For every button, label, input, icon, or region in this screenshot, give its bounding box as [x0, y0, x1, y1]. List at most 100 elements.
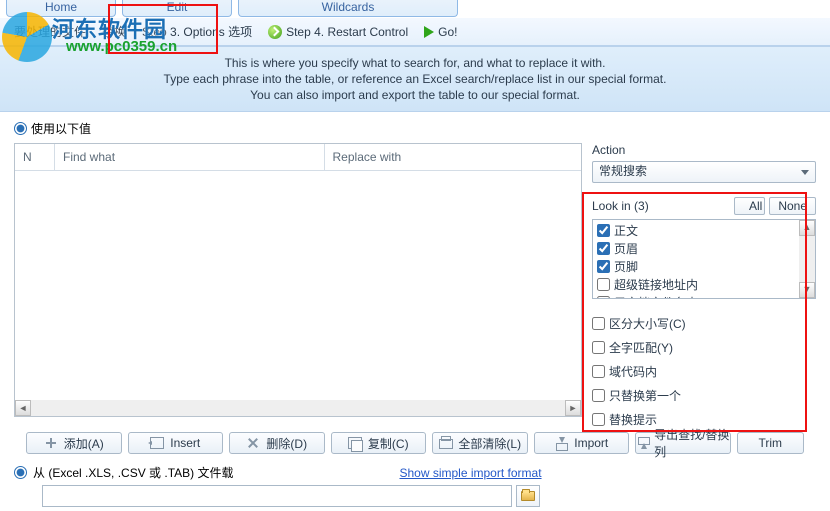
lookin-all-button[interactable]: All [734, 197, 765, 215]
show-import-format-link[interactable]: Show simple import format [399, 466, 541, 480]
play-icon [424, 26, 434, 38]
lookin-listbox: 正文页眉页脚超级链接地址内子文档文件名内图形/文本框内 ▲ ▼ [592, 219, 816, 299]
scroll-left-icon[interactable]: ◄ [15, 400, 31, 416]
clear-label: 全部清除(L) [458, 435, 521, 452]
col-find-what[interactable]: Find what [55, 144, 325, 170]
import-path-input[interactable] [42, 485, 512, 507]
step3-options-button[interactable]: Step 3. Options 选项 [136, 21, 258, 42]
match-options: 区分大小写(C) 全字匹配(Y) 域代码内 只替换第一个 替换提示 [592, 315, 816, 428]
banner-line-3: You can also import and export the table… [10, 87, 820, 103]
opt-prompt-checkbox[interactable] [592, 413, 605, 426]
opt-first-label: 只替换第一个 [609, 387, 681, 404]
import-from-file-label: 从 (Excel .XLS, .CSV 或 .TAB) 文件载 [33, 464, 233, 481]
export-icon [636, 437, 648, 449]
replace-button[interactable]: 替换 [96, 21, 132, 42]
import-from-row: 从 (Excel .XLS, .CSV 或 .TAB) 文件载 Show sim… [0, 458, 830, 481]
import-icon [554, 437, 568, 449]
opt-case-row[interactable]: 区分大小写(C) [592, 315, 816, 332]
lookin-item-label: 页脚 [614, 258, 638, 275]
import-button[interactable]: Import [534, 432, 630, 454]
import-path-row [0, 481, 830, 507]
files-to-process-button[interactable]: 要处理的文件 [8, 21, 92, 42]
export-button[interactable]: 导出查找/替换列 [635, 432, 731, 454]
add-button[interactable]: 添加(A) [26, 432, 122, 454]
opt-field-row[interactable]: 域代码内 [592, 363, 816, 380]
lookin-item-checkbox[interactable] [597, 242, 610, 255]
delete-label: 删除(D) [266, 435, 307, 452]
tab-wildcards[interactable]: Wildcards [238, 0, 458, 17]
banner-line-1: This is where you specify what to search… [10, 55, 820, 71]
opt-first-row[interactable]: 只替换第一个 [592, 387, 816, 404]
step3-label: Step 3. Options 选项 [142, 23, 252, 40]
insert-label: Insert [170, 436, 200, 450]
grid-h-scrollbar[interactable]: ◄ ► [15, 400, 581, 416]
export-label: 导出查找/替换列 [654, 426, 729, 460]
lookin-item-checkbox[interactable] [597, 278, 610, 291]
tab-edit[interactable]: Edit [122, 0, 232, 17]
scroll-down-icon[interactable]: ▼ [799, 282, 815, 298]
top-tab-row: Home Edit Wildcards [0, 0, 830, 18]
opt-whole-checkbox[interactable] [592, 341, 605, 354]
lookin-item[interactable]: 正文 [597, 222, 795, 239]
add-label: 添加(A) [64, 435, 104, 452]
insert-icon [150, 437, 164, 449]
lookin-item-checkbox[interactable] [597, 260, 610, 273]
lookin-item[interactable]: 页脚 [597, 258, 795, 275]
trim-button[interactable]: Trim [737, 432, 804, 454]
scroll-v-track[interactable] [799, 236, 815, 282]
scroll-track[interactable] [31, 401, 565, 415]
grid-button-row: 添加(A) Insert 删除(D) 复制(C) 全部清除(L) Import … [0, 428, 830, 458]
step-toolbar: 要处理的文件 替换 Step 3. Options 选项 Step 4. Res… [0, 18, 830, 46]
lookin-item-checkbox[interactable] [597, 224, 610, 237]
opt-field-label: 域代码内 [609, 363, 657, 380]
lookin-item[interactable]: 超级链接地址内 [597, 276, 795, 293]
options-panel: Action 常规搜索 Look in (3) All None 正文页眉页脚超… [592, 143, 816, 428]
lookin-none-button[interactable]: None [769, 197, 816, 215]
copy-button[interactable]: 复制(C) [331, 432, 427, 454]
grid-body[interactable] [15, 171, 581, 400]
use-values-radio-row: 使用以下值 [0, 112, 830, 143]
action-select[interactable]: 常规搜索 [592, 161, 816, 183]
lookin-item-label: 页眉 [614, 240, 638, 257]
opt-first-checkbox[interactable] [592, 389, 605, 402]
lookin-v-scrollbar[interactable]: ▲ ▼ [799, 220, 815, 298]
go-button[interactable]: Go! [418, 23, 463, 41]
lookin-list[interactable]: 正文页眉页脚超级链接地址内子文档文件名内图形/文本框内 [593, 220, 799, 298]
lookin-item[interactable]: 子文档文件名内 [597, 294, 795, 298]
copy-label: 复制(C) [368, 435, 409, 452]
go-label: Go! [438, 25, 457, 39]
tab-home[interactable]: Home [6, 0, 116, 17]
opt-prompt-label: 替换提示 [609, 411, 657, 428]
col-replace-with[interactable]: Replace with [325, 144, 581, 170]
browse-button[interactable] [516, 485, 540, 507]
lookin-item-checkbox[interactable] [597, 296, 610, 298]
lookin-item-label: 子文档文件名内 [614, 294, 698, 298]
use-values-radio[interactable] [14, 122, 27, 135]
opt-case-checkbox[interactable] [592, 317, 605, 330]
opt-whole-row[interactable]: 全字匹配(Y) [592, 339, 816, 356]
add-icon [44, 437, 58, 449]
step4-restart-button[interactable]: Step 4. Restart Control [262, 23, 414, 41]
scroll-up-icon[interactable]: ▲ [799, 220, 815, 236]
action-label: Action [592, 143, 816, 157]
lookin-item[interactable]: 页眉 [597, 240, 795, 257]
find-replace-grid[interactable]: N Find what Replace with ◄ ► [14, 143, 582, 417]
delete-icon [246, 437, 260, 449]
info-banner: This is where you specify what to search… [0, 46, 830, 112]
scroll-right-icon[interactable]: ► [565, 400, 581, 416]
import-from-file-radio[interactable] [14, 466, 27, 479]
trim-label: Trim [758, 436, 782, 450]
lookin-item-label: 超级链接地址内 [614, 276, 698, 293]
delete-button[interactable]: 删除(D) [229, 432, 325, 454]
lookin-item-label: 正文 [614, 222, 638, 239]
banner-line-2: Type each phrase into the table, or refe… [10, 71, 820, 87]
opt-field-checkbox[interactable] [592, 365, 605, 378]
restart-icon [268, 25, 282, 39]
col-n[interactable]: N [15, 144, 55, 170]
folder-icon [521, 491, 535, 501]
step4-label: Step 4. Restart Control [286, 25, 408, 39]
clear-icon [438, 437, 452, 449]
insert-button[interactable]: Insert [128, 432, 224, 454]
clear-all-button[interactable]: 全部清除(L) [432, 432, 528, 454]
opt-case-label: 区分大小写(C) [609, 315, 686, 332]
